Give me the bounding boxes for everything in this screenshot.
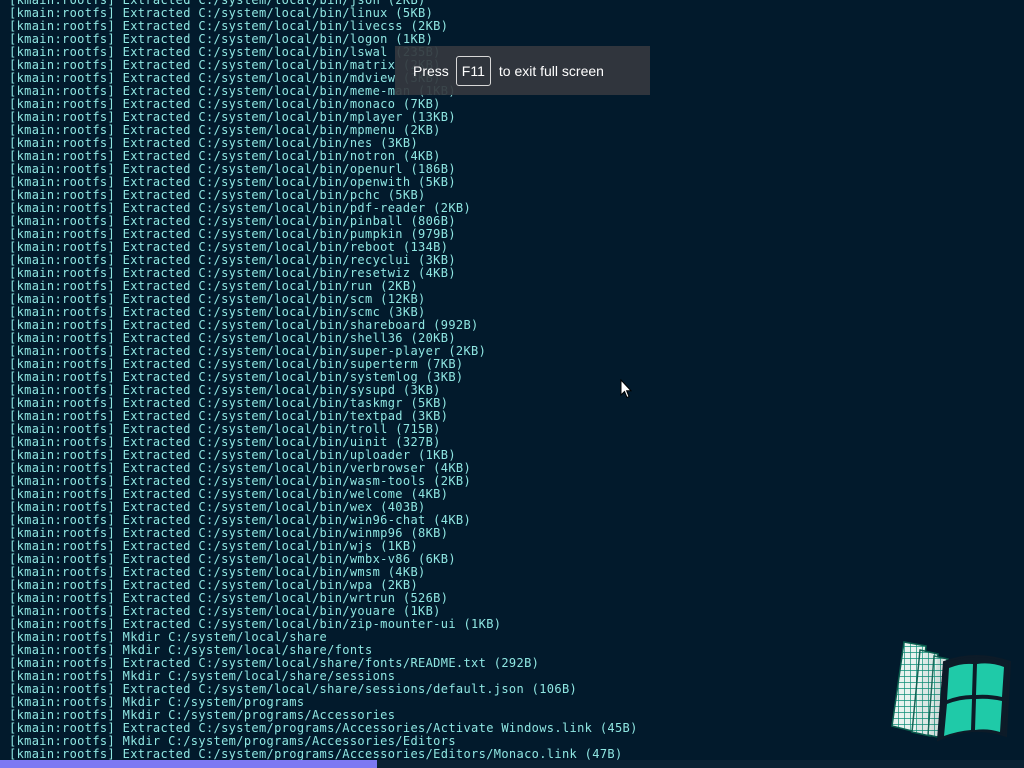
boot-progress-fill (0, 760, 377, 768)
mouse-pointer-icon (620, 379, 632, 399)
fullscreen-notice-suffix: to exit full screen (498, 62, 604, 79)
windows96-logo-icon (891, 641, 1012, 742)
fullscreen-notice-prefix: Press (413, 62, 449, 79)
f11-key-badge: F11 (455, 55, 491, 86)
boot-progress-bar (0, 760, 1024, 768)
fullscreen-notice: Press F11 to exit full screen (395, 46, 650, 95)
boot-log: [kmain:rootfs] Extracted C:/system/local… (9, 0, 1009, 761)
boot-screen: [kmain:rootfs] Extracted C:/system/local… (0, 0, 1024, 768)
